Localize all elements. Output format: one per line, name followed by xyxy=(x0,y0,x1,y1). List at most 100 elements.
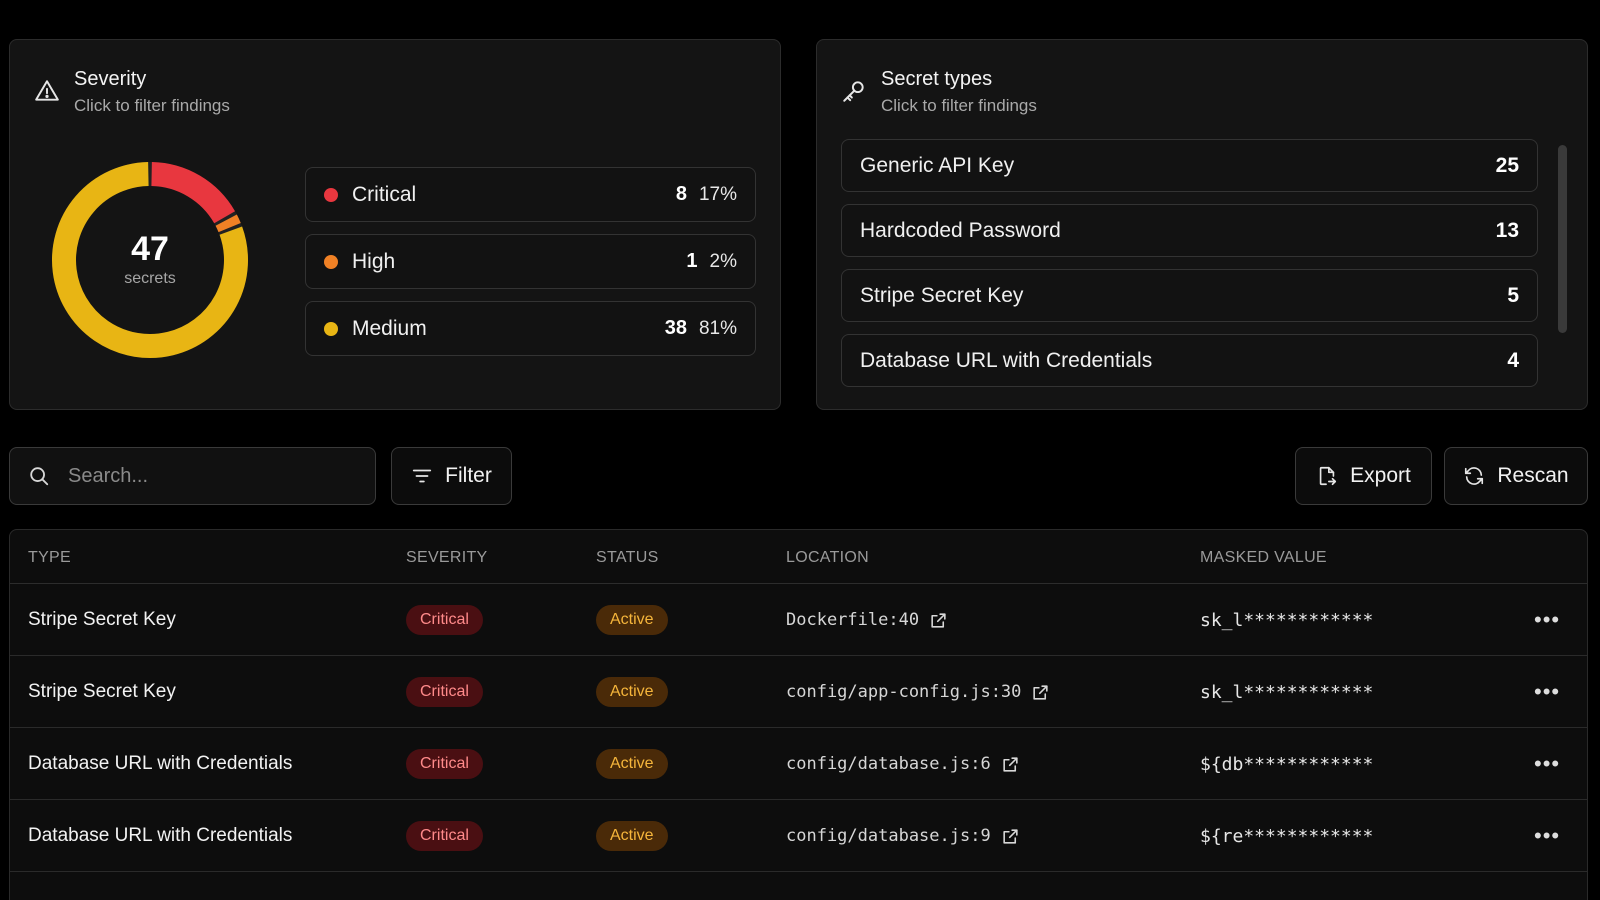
location-link[interactable]: Dockerfile:40 xyxy=(786,584,948,656)
status-cell: Active xyxy=(596,728,668,800)
more-actions-icon[interactable]: ••• xyxy=(1534,800,1560,872)
secret-type-filter[interactable]: Stripe Secret Key 5 xyxy=(841,269,1538,322)
table-header: TYPE SEVERITY STATUS LOCATION MASKED VAL… xyxy=(10,530,1587,584)
secret-type-count: 13 xyxy=(1495,218,1519,242)
secret-type-count: 5 xyxy=(1507,283,1519,307)
severity-count: 1 xyxy=(686,250,698,272)
warning-triangle-icon xyxy=(35,80,59,101)
secret-types-list: Generic API Key 25 Hardcoded Password 13… xyxy=(841,139,1538,399)
more-actions-icon[interactable]: ••• xyxy=(1534,656,1560,728)
location-text: Dockerfile:40 xyxy=(786,610,920,630)
search-input[interactable] xyxy=(68,464,328,488)
more-actions-icon[interactable]: ••• xyxy=(1534,584,1560,656)
secret-type-filter[interactable]: Generic API Key 25 xyxy=(841,139,1538,192)
status-cell xyxy=(596,872,624,900)
severity-filter-critical[interactable]: Critical 8 17% xyxy=(305,167,756,222)
secret-types-header: Secret types Click to filter findings xyxy=(841,68,1037,116)
severity-filter-high[interactable]: High 1 2% xyxy=(305,234,756,289)
secret-types-scrollbar[interactable] xyxy=(1558,145,1567,333)
external-link-icon[interactable] xyxy=(1001,827,1020,846)
column-header-masked-value[interactable]: MASKED VALUE xyxy=(1200,549,1327,567)
location-link[interactable]: config/database.js:6 xyxy=(786,728,1020,800)
rescan-button-label: Rescan xyxy=(1497,464,1569,487)
severity-cell: Critical xyxy=(406,584,483,656)
status-badge: Active xyxy=(596,605,668,635)
export-button[interactable]: Export xyxy=(1295,447,1432,505)
refresh-icon xyxy=(1465,467,1484,485)
severity-cell: Critical xyxy=(406,656,483,728)
finding-type: Stripe Secret Key xyxy=(28,681,176,702)
severity-cell: Critical xyxy=(406,800,483,872)
location-text: config/database.js:6 xyxy=(786,754,991,774)
severity-cell xyxy=(406,872,434,900)
severity-badge: Critical xyxy=(406,605,483,635)
external-link-icon[interactable] xyxy=(1031,683,1050,702)
masked-value: sk_l************ xyxy=(1200,609,1374,631)
table-row[interactable]: Stripe Secret Key Critical Active config… xyxy=(10,656,1587,728)
severity-name: High xyxy=(352,249,396,273)
status-badge: Active xyxy=(596,821,668,851)
finding-type: Database URL with Credentials xyxy=(28,753,293,774)
file-export-icon xyxy=(1319,466,1337,486)
severity-badge: Critical xyxy=(406,677,483,707)
severity-percent: 2% xyxy=(709,250,737,272)
masked-value: ${re************ xyxy=(1200,825,1374,847)
table-row[interactable]: Database URL with Credentials Critical A… xyxy=(10,728,1587,800)
masked-value: sk_l************ xyxy=(1200,681,1374,703)
filter-button-label: Filter xyxy=(445,464,492,487)
severity-card: Severity Click to filter findings 47 sec… xyxy=(9,39,781,410)
table-row[interactable]: Database URL with Credentials Critical A… xyxy=(10,800,1587,872)
column-header-severity[interactable]: SEVERITY xyxy=(406,549,488,567)
medium-dot-icon xyxy=(324,321,338,336)
severity-list: Critical 8 17% High 1 2% Medium 38 81% xyxy=(305,167,756,368)
severity-cell: Critical xyxy=(406,728,483,800)
secret-types-subtitle: Click to filter findings xyxy=(881,96,1037,115)
severity-percent: 17% xyxy=(698,183,737,205)
secret-type-filter[interactable]: Database URL with Credentials 4 xyxy=(841,334,1538,387)
table-row[interactable]: Stripe Secret Key Critical Active Docker… xyxy=(10,584,1587,656)
severity-header: Severity Click to filter findings xyxy=(34,68,230,116)
location-link[interactable]: config/database.js:9 xyxy=(786,800,1020,872)
location-text: config/database.js:9 xyxy=(786,826,991,846)
location-text: config/app-config.js:30 xyxy=(786,682,1022,702)
secret-type-count: 4 xyxy=(1507,348,1519,372)
high-dot-icon xyxy=(324,254,338,269)
finding-type: Stripe Secret Key xyxy=(28,609,176,630)
severity-name: Medium xyxy=(352,316,427,340)
status-badge: Active xyxy=(596,677,668,707)
masked-value: ${db************ xyxy=(1200,753,1374,775)
table-row-partial[interactable] xyxy=(10,872,1587,900)
more-actions-icon[interactable]: ••• xyxy=(1534,728,1560,800)
column-header-type[interactable]: TYPE xyxy=(28,549,71,567)
severity-subtitle: Click to filter findings xyxy=(74,96,230,115)
severity-name: Critical xyxy=(352,182,417,206)
secret-types-title: Secret types xyxy=(881,68,993,90)
rescan-button[interactable]: Rescan xyxy=(1444,447,1588,505)
donut-center-label: 47 secrets xyxy=(50,160,250,360)
severity-badge: Critical xyxy=(406,749,483,779)
secret-type-filter[interactable]: Hardcoded Password 13 xyxy=(841,204,1538,257)
external-link-icon[interactable] xyxy=(1001,755,1020,774)
status-cell: Active xyxy=(596,584,668,656)
secret-type-name: Generic API Key xyxy=(860,153,1015,177)
severity-count: 8 xyxy=(675,183,687,205)
location-link[interactable]: config/app-config.js:30 xyxy=(786,656,1050,728)
secret-type-name: Database URL with Credentials xyxy=(860,348,1153,372)
secret-type-name: Hardcoded Password xyxy=(860,218,1061,242)
total-secrets-count: 47 xyxy=(131,230,169,268)
status-badge: Active xyxy=(596,749,668,779)
findings-table: TYPE SEVERITY STATUS LOCATION MASKED VAL… xyxy=(9,529,1588,900)
search-field[interactable] xyxy=(9,447,376,505)
filter-button[interactable]: Filter xyxy=(391,447,512,505)
search-icon xyxy=(30,467,49,486)
severity-badge: Critical xyxy=(406,821,483,851)
column-header-location[interactable]: LOCATION xyxy=(786,549,869,567)
severity-filter-medium[interactable]: Medium 38 81% xyxy=(305,301,756,356)
secret-type-count: 25 xyxy=(1495,153,1519,177)
severity-percent: 81% xyxy=(698,317,737,339)
severity-title: Severity xyxy=(74,68,147,90)
column-header-status[interactable]: STATUS xyxy=(596,549,659,567)
secret-types-card: Secret types Click to filter findings Ge… xyxy=(816,39,1588,410)
total-secrets-unit: secrets xyxy=(124,270,176,287)
external-link-icon[interactable] xyxy=(929,611,948,630)
